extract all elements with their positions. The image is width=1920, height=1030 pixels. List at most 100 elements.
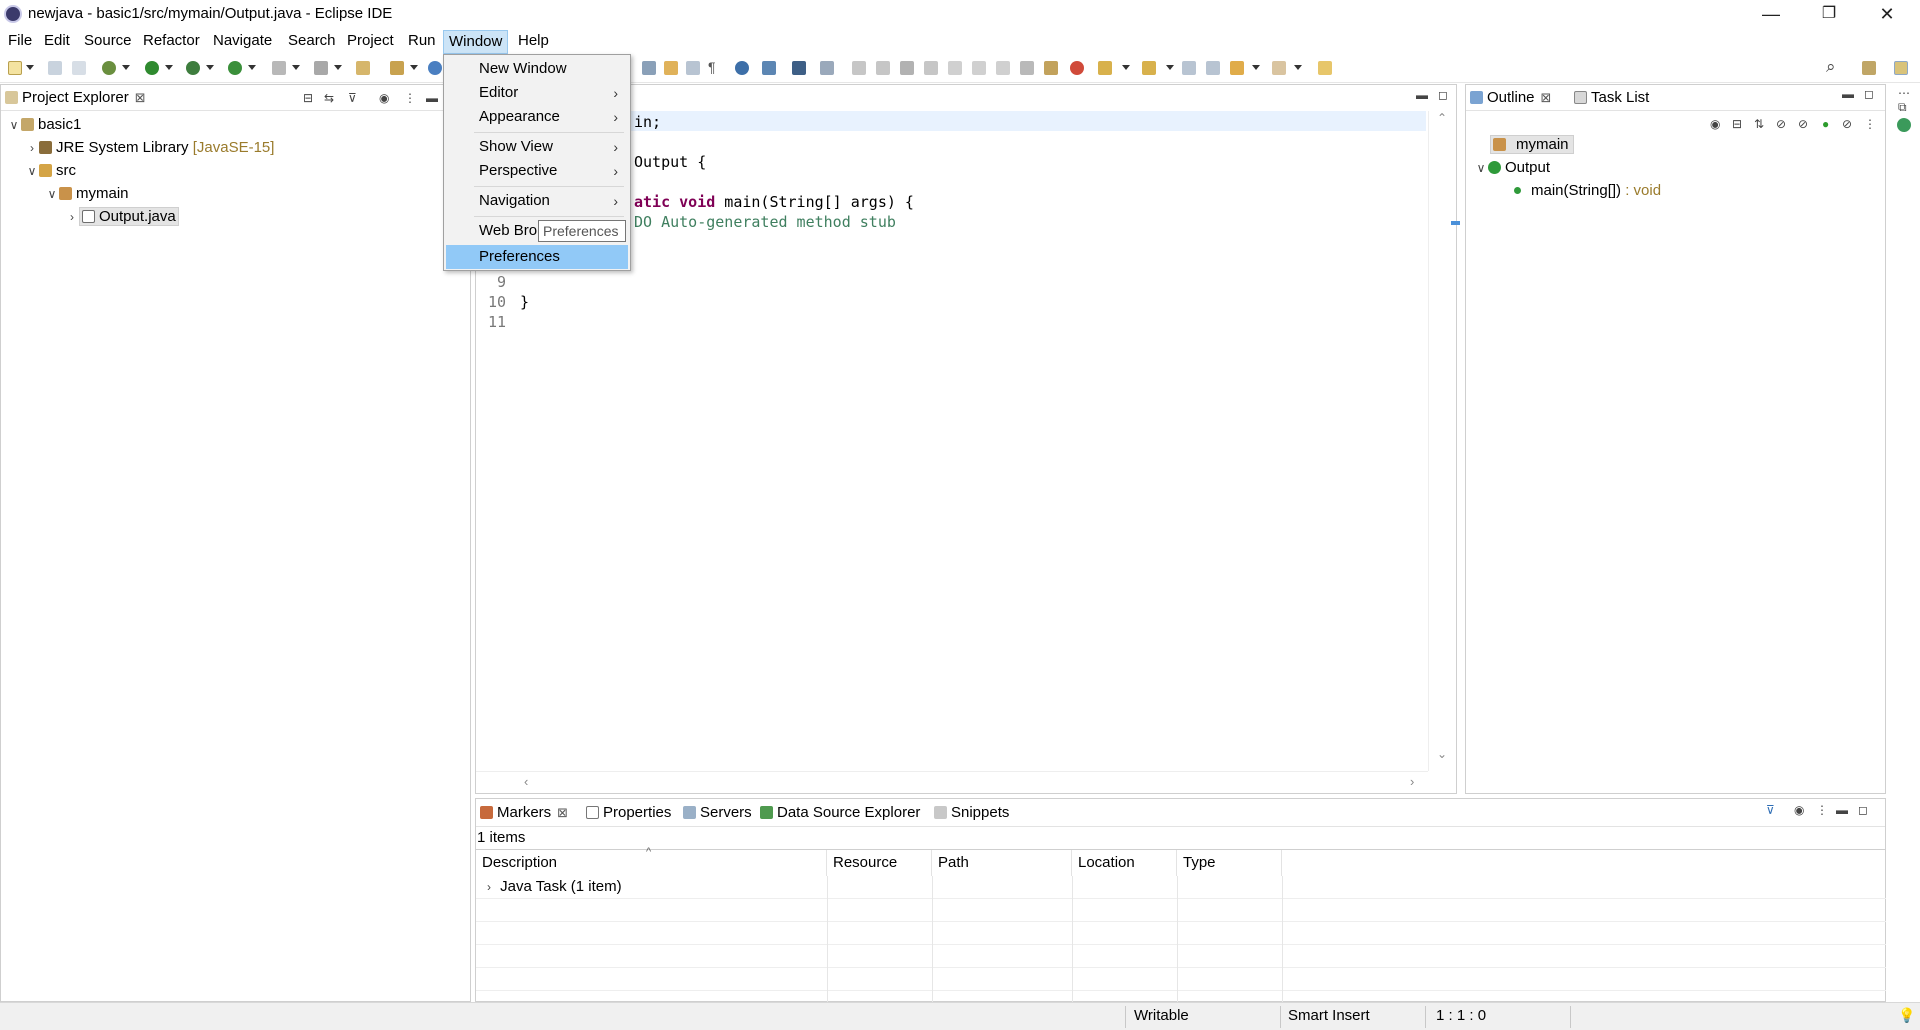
menu-item-appearance[interactable]: Appearance ›: [446, 105, 628, 129]
tab-data-source-explorer[interactable]: Data Source Explorer: [760, 803, 920, 825]
collapse-all-icon[interactable]: ⊟: [1732, 117, 1742, 131]
chevron-down-icon[interactable]: [122, 65, 130, 70]
menu-help[interactable]: Help: [513, 30, 554, 54]
column-header-path[interactable]: Path: [932, 850, 1072, 876]
menu-item-perspective[interactable]: Perspective ›: [446, 159, 628, 183]
new-icon[interactable]: [8, 61, 22, 75]
globe-icon[interactable]: [735, 61, 749, 75]
tab-project-explorer[interactable]: Project Explorer ⊠: [5, 88, 146, 110]
chevron-down-icon[interactable]: [26, 65, 34, 70]
menu-item-show-view[interactable]: Show View ›: [446, 135, 628, 159]
code-line[interactable]: }: [520, 293, 529, 311]
vertical-scrollbar[interactable]: ⌃ ⌄: [1428, 111, 1456, 771]
resume-icon[interactable]: [852, 61, 866, 75]
tree-item-src[interactable]: ∨ src: [25, 159, 76, 182]
tab-snippets[interactable]: Snippets: [934, 803, 1009, 825]
outline-item-output[interactable]: ∨ Output: [1474, 156, 1550, 179]
menu-search[interactable]: Search: [283, 30, 341, 54]
view-menu-icon[interactable]: ⋮: [404, 91, 416, 105]
code-line[interactable]: Output {: [634, 153, 706, 171]
close-icon[interactable]: ⊠: [135, 90, 146, 105]
step-return-icon[interactable]: [996, 61, 1010, 75]
minimize-button[interactable]: —: [1742, 0, 1800, 30]
pilcrow-icon[interactable]: ¶: [708, 59, 716, 75]
column-header-description[interactable]: Description: [476, 850, 827, 876]
outline-item-mymain[interactable]: mymain: [1490, 133, 1574, 156]
save-icon[interactable]: [48, 61, 62, 75]
menu-project[interactable]: Project: [342, 30, 399, 54]
chevron-down-icon[interactable]: [165, 65, 173, 70]
code-line[interactable]: in;: [634, 113, 661, 131]
chevron-down-icon[interactable]: ∨: [7, 114, 21, 137]
java-perspective-icon[interactable]: [1894, 61, 1908, 75]
tab-outline[interactable]: Outline ⊠: [1470, 88, 1551, 110]
filter-icon[interactable]: ⊽: [348, 91, 357, 105]
save-all-icon[interactable]: [72, 61, 86, 75]
browser-icon[interactable]: [428, 61, 442, 75]
chevron-down-icon[interactable]: [206, 65, 214, 70]
chevron-down-icon[interactable]: ∨: [1474, 157, 1488, 180]
chevron-down-icon[interactable]: ∨: [45, 183, 59, 206]
tab-task-list[interactable]: Task List: [1574, 88, 1649, 110]
previous-annotation-icon[interactable]: [1142, 61, 1156, 75]
debug-icon[interactable]: [102, 61, 116, 75]
step-into-icon[interactable]: [948, 61, 962, 75]
hide-fields-icon[interactable]: ⊘: [1776, 117, 1786, 131]
explorer-icon[interactable]: [762, 61, 776, 75]
view-menu-icon[interactable]: ⋮: [1864, 117, 1876, 131]
chevron-down-icon[interactable]: [410, 65, 418, 70]
lightbulb-icon[interactable]: 💡: [1898, 1007, 1915, 1024]
tree-item-mymain[interactable]: ∨ mymain: [45, 182, 129, 205]
code-line[interactable]: atic void main(String[] args) {: [634, 193, 914, 211]
tree-item-jre[interactable]: › JRE System Library [JavaSE-15]: [25, 136, 274, 159]
table-row[interactable]: › Java Task (1 item): [476, 876, 1886, 899]
coverage-icon[interactable]: [186, 61, 200, 75]
collapse-all-icon[interactable]: ⊟: [303, 91, 313, 105]
external-tools-icon[interactable]: [228, 61, 242, 75]
chevron-down-icon[interactable]: [1166, 65, 1174, 70]
column-header-resource[interactable]: Resource: [827, 850, 932, 876]
word-wrap-icon[interactable]: [1020, 61, 1034, 75]
open-type-icon[interactable]: [390, 61, 404, 75]
restore-button[interactable]: ❐: [1800, 0, 1858, 30]
minimize-view-icon[interactable]: ▬: [1836, 803, 1848, 817]
menu-item-navigation[interactable]: Navigation ›: [446, 189, 628, 213]
menu-refactor[interactable]: Refactor: [138, 30, 205, 54]
forward-icon[interactable]: [1272, 61, 1286, 75]
chevron-right-icon[interactable]: ›: [25, 137, 39, 160]
close-icon[interactable]: ⊠: [557, 805, 568, 820]
tab-markers[interactable]: Markers ⊠: [480, 803, 568, 825]
step-over-icon[interactable]: [972, 61, 986, 75]
suspend-icon[interactable]: [876, 61, 890, 75]
block-selection-icon[interactable]: [686, 61, 700, 75]
chevron-down-icon[interactable]: ⌄: [1437, 747, 1447, 761]
menu-item-new-window[interactable]: New Window: [446, 57, 628, 81]
minimize-view-icon[interactable]: ▬: [1416, 88, 1428, 102]
server-icon[interactable]: [314, 61, 328, 75]
chevron-right-icon[interactable]: ›: [1410, 774, 1414, 789]
skip-breakpoints-icon[interactable]: [820, 61, 834, 75]
maximize-view-icon[interactable]: ◻: [1438, 88, 1448, 102]
close-button[interactable]: ✕: [1858, 0, 1916, 30]
chevron-up-icon[interactable]: ⌃: [1437, 111, 1447, 125]
terminate-icon[interactable]: [900, 61, 914, 75]
tab-servers[interactable]: Servers: [683, 803, 752, 825]
open-perspective-icon[interactable]: [1862, 61, 1876, 75]
chevron-right-icon[interactable]: ›: [65, 206, 79, 229]
search-icon[interactable]: ⌕: [1826, 57, 1836, 77]
search-java-icon[interactable]: [664, 61, 678, 75]
menu-edit[interactable]: Edit: [39, 30, 75, 54]
horizontal-scrollbar[interactable]: ‹ ›: [476, 771, 1428, 793]
chevron-left-icon[interactable]: ‹: [524, 774, 528, 789]
restore-icon[interactable]: ⋯: [1898, 86, 1910, 100]
menu-item-preferences[interactable]: Preferences: [446, 245, 628, 269]
chevron-down-icon[interactable]: [1252, 65, 1260, 70]
outline-item-main[interactable]: main(String[]) : void: [1514, 179, 1661, 202]
sort-icon[interactable]: ⇅: [1754, 117, 1764, 131]
hide-local-types-icon[interactable]: ⊘: [1842, 117, 1852, 131]
pin-editor-icon[interactable]: [1318, 61, 1332, 75]
link-editor-icon[interactable]: ⇆: [324, 91, 334, 105]
tree-item-basic1[interactable]: ∨ basic1: [7, 113, 82, 137]
minimize-view-icon[interactable]: ▬: [426, 91, 438, 105]
console-icon[interactable]: [792, 61, 806, 75]
